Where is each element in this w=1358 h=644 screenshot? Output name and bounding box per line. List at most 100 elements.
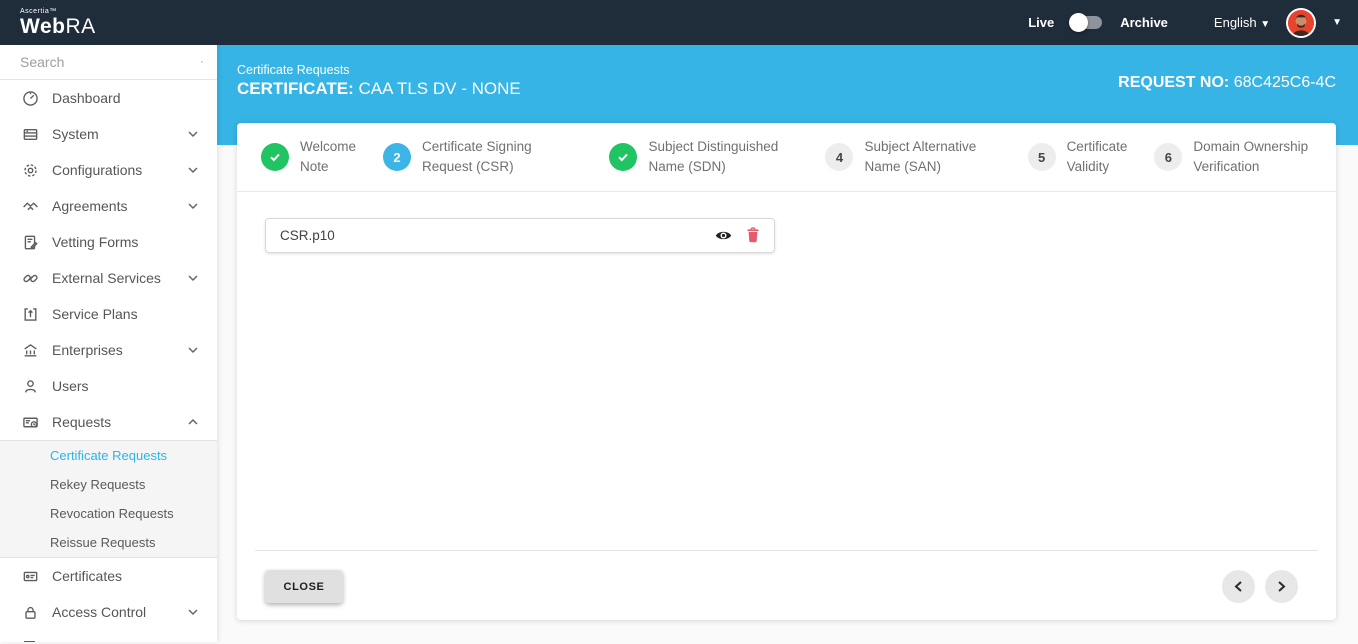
sidebar-item-agreements[interactable]: Agreements xyxy=(0,188,217,224)
sidebar-item-label: Users xyxy=(52,378,199,394)
sidebar-item-label: Vetting Forms xyxy=(52,234,199,250)
dashboard-icon xyxy=(21,89,39,107)
form-icon xyxy=(21,233,39,251)
step-label: Domain Ownership Verification xyxy=(1193,137,1312,178)
step-label: Welcome Note xyxy=(300,137,356,178)
bank-icon xyxy=(21,341,39,359)
eye-icon xyxy=(715,229,732,242)
chevron-down-icon xyxy=(187,346,199,354)
step-domain-ownership[interactable]: 6 Domain Ownership Verification xyxy=(1154,137,1312,178)
wizard-card: Welcome Note 2 Certificate Signing Reque… xyxy=(237,123,1336,620)
step-certificate-validity[interactable]: 5 Certificate Validity xyxy=(1028,137,1128,178)
csr-file-name: CSR.p10 xyxy=(280,228,701,243)
step-sdn[interactable]: Subject Distinguished Name (SDN) xyxy=(609,137,798,178)
sidebar-item-revocation-requests[interactable]: Revocation Requests xyxy=(0,499,217,528)
app-logo: Ascertia™ WebRA xyxy=(0,8,96,37)
sidebar-item-label: External Services xyxy=(52,270,187,286)
sidebar-item-label: Service Plans xyxy=(52,306,199,322)
chevron-up-icon xyxy=(187,418,199,426)
step-label: Certificate Signing Request (CSR) xyxy=(422,137,582,178)
request-number: REQUEST NO: 68C425C6-4C xyxy=(1118,74,1336,92)
page-title: CERTIFICATE: CAA TLS DV - NONE xyxy=(237,79,521,99)
main-area: Certificate Requests CERTIFICATE: CAA TL… xyxy=(217,45,1358,642)
toggle-knob[interactable] xyxy=(1069,13,1088,32)
previous-step-button[interactable] xyxy=(1222,570,1255,603)
sidebar-item-label: Configurations xyxy=(52,162,187,178)
brand-company: Ascertia™ xyxy=(20,8,96,15)
sidebar-item-certificates[interactable]: Certificates xyxy=(0,558,217,594)
step-number: 6 xyxy=(1154,143,1182,171)
step-label: Subject Distinguished Name (SDN) xyxy=(648,137,798,178)
sidebar-item-rekey-requests[interactable]: Rekey Requests xyxy=(0,470,217,499)
request-icon xyxy=(21,413,39,431)
sidebar-item-label: Enterprises xyxy=(52,342,187,358)
sidebar-item-dashboard[interactable]: Dashboard xyxy=(0,80,217,116)
sidebar-item-external-services[interactable]: External Services xyxy=(0,260,217,296)
lock-icon xyxy=(21,603,39,621)
gear-icon xyxy=(21,161,39,179)
handshake-icon xyxy=(21,197,39,215)
archive-label: Archive xyxy=(1120,15,1168,30)
brand-web: Web xyxy=(20,15,65,38)
step-label: Certificate Validity xyxy=(1067,137,1128,178)
close-button[interactable]: CLOSE xyxy=(265,570,343,603)
sidebar-item-label: Agreements xyxy=(52,198,187,214)
card-footer: CLOSE xyxy=(265,570,1298,603)
step-number: 2 xyxy=(383,143,411,171)
chevron-down-icon xyxy=(187,608,199,616)
step-number: 4 xyxy=(825,143,853,171)
sidebar-item-label: Requests xyxy=(52,414,187,430)
step-welcome-note[interactable]: Welcome Note xyxy=(261,137,356,178)
csr-file-row: CSR.p10 xyxy=(265,218,775,253)
sidebar-item-label: Certificates xyxy=(52,568,199,584)
chevron-down-icon xyxy=(187,166,199,174)
user-menu-caret-icon[interactable]: ▼ xyxy=(1332,17,1342,28)
live-label: Live xyxy=(1028,15,1054,30)
sidebar-item-system[interactable]: System xyxy=(0,116,217,152)
brand-ra: RA xyxy=(65,15,95,38)
delete-csr-button[interactable] xyxy=(746,227,760,243)
chevron-right-icon xyxy=(1277,580,1286,593)
step-csr[interactable]: 2 Certificate Signing Request (CSR) xyxy=(383,137,582,178)
step-done-icon xyxy=(609,143,637,171)
sidebar-item-requests[interactable]: Requests xyxy=(0,404,217,440)
chevron-down-icon xyxy=(187,274,199,282)
sidebar-item-vetting-forms[interactable]: Vetting Forms xyxy=(0,224,217,260)
sidebar-search xyxy=(0,45,217,80)
sidebar-item-configurations[interactable]: Configurations xyxy=(0,152,217,188)
chevron-down-icon: ▼ xyxy=(1260,19,1270,30)
language-selector[interactable]: English ▼ xyxy=(1214,15,1270,30)
sidebar-item-service-plans[interactable]: Service Plans xyxy=(0,296,217,332)
sidebar-item-access-control[interactable]: Access Control xyxy=(0,594,217,630)
step-label: Subject Alternative Name (SAN) xyxy=(864,137,1000,178)
sidebar-item-users[interactable]: Users xyxy=(0,368,217,404)
view-csr-button[interactable] xyxy=(715,229,732,242)
sidebar-item-certificate-requests[interactable]: Certificate Requests xyxy=(0,441,217,470)
live-archive-toggle[interactable] xyxy=(1072,16,1102,29)
user-avatar[interactable] xyxy=(1286,8,1316,38)
sidebar-item-label: Dashboard xyxy=(52,90,199,106)
link-icon xyxy=(21,269,39,287)
system-icon xyxy=(21,125,39,143)
breadcrumb: Certificate Requests xyxy=(237,63,350,77)
trash-icon xyxy=(746,227,760,243)
chevron-down-icon xyxy=(187,130,199,138)
chevron-down-icon xyxy=(187,202,199,210)
top-navbar: Ascertia™ WebRA Live Archive English ▼ ▼ xyxy=(0,0,1358,45)
sidebar-item-label: Access Control xyxy=(52,604,187,620)
search-icon[interactable] xyxy=(201,54,203,70)
footer-divider xyxy=(255,550,1318,551)
step-san[interactable]: 4 Subject Alternative Name (SAN) xyxy=(825,137,1000,178)
step-number: 5 xyxy=(1028,143,1056,171)
package-icon xyxy=(21,305,39,323)
step-done-icon xyxy=(261,143,289,171)
next-step-button[interactable] xyxy=(1265,570,1298,603)
search-input[interactable] xyxy=(20,54,201,70)
sidebar-item-label: System xyxy=(52,126,187,142)
sidebar-item-enterprises[interactable]: Enterprises xyxy=(0,332,217,368)
sidebar-item-reissue-requests[interactable]: Reissue Requests xyxy=(0,528,217,557)
user-icon xyxy=(21,377,39,395)
requests-submenu: Certificate Requests Rekey Requests Revo… xyxy=(0,440,217,558)
chevron-left-icon xyxy=(1234,580,1243,593)
certificate-icon xyxy=(21,567,39,585)
